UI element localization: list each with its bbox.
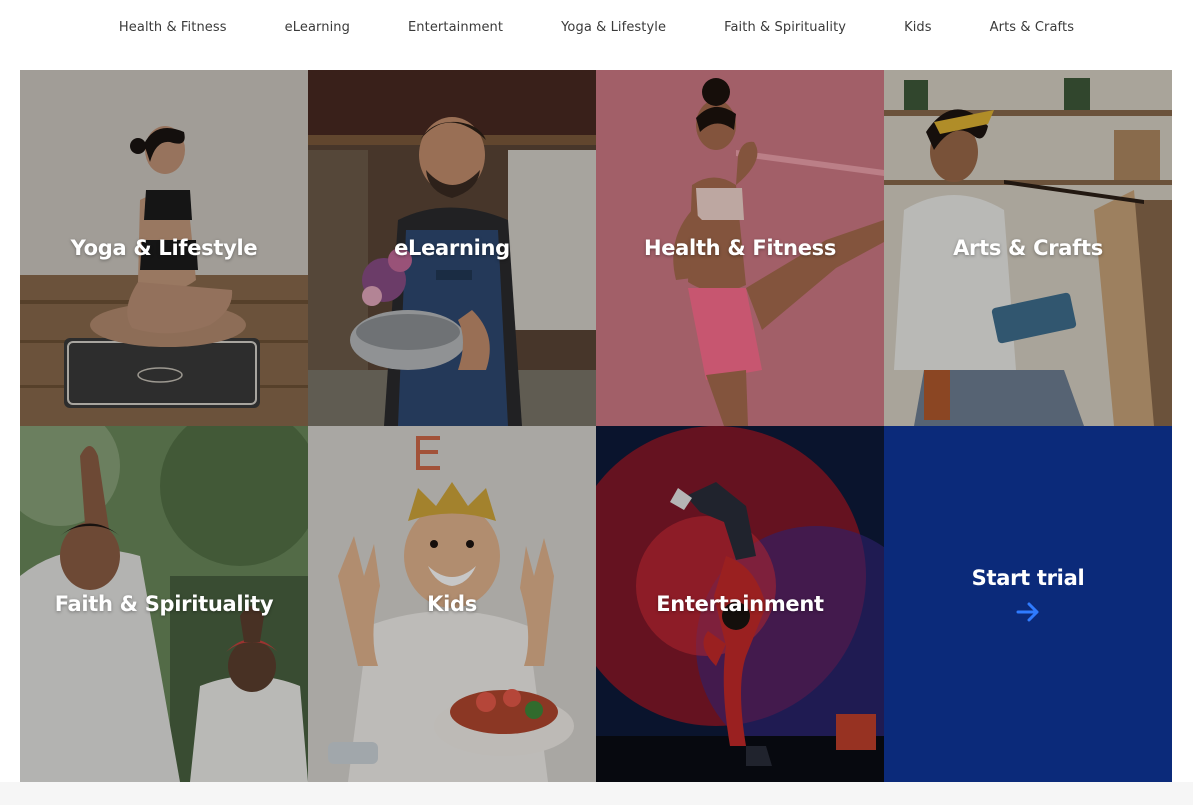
- start-trial-label: Start trial: [971, 566, 1085, 590]
- nav-item-entertainment[interactable]: Entertainment: [379, 20, 532, 35]
- tile-label: Faith & Spirituality: [54, 592, 274, 616]
- nav-item-yoga-lifestyle[interactable]: Yoga & Lifestyle: [532, 20, 695, 35]
- tile-label: Kids: [427, 592, 477, 616]
- category-tile-kids[interactable]: Kids: [308, 426, 596, 782]
- category-tile-yoga-lifestyle[interactable]: Yoga & Lifestyle: [20, 70, 308, 426]
- category-tile-entertainment[interactable]: Entertainment: [596, 426, 884, 782]
- nav-item-faith-spirituality[interactable]: Faith & Spirituality: [695, 20, 875, 35]
- nav-item-health-fitness[interactable]: Health & Fitness: [90, 20, 256, 35]
- tile-label: Yoga & Lifestyle: [70, 236, 258, 260]
- category-tile-arts-crafts[interactable]: Arts & Crafts: [884, 70, 1172, 426]
- category-nav: Health & Fitness eLearning Entertainment…: [0, 0, 1193, 54]
- footer-strip: [0, 782, 1193, 805]
- nav-item-arts-crafts[interactable]: Arts & Crafts: [961, 20, 1103, 35]
- category-tile-faith-spirituality[interactable]: Faith & Spirituality: [20, 426, 308, 782]
- tile-label: eLearning: [394, 236, 510, 260]
- tile-label: Health & Fitness: [643, 236, 837, 260]
- tile-label: Arts & Crafts: [953, 236, 1103, 260]
- nav-item-kids[interactable]: Kids: [875, 20, 961, 35]
- category-grid: Yoga & Lifestyle eLearning Health & Fitn…: [20, 70, 1172, 782]
- arrow-right-icon: [1016, 602, 1039, 622]
- category-tile-health-fitness[interactable]: Health & Fitness: [596, 70, 884, 426]
- start-trial-tile[interactable]: Start trial: [884, 426, 1172, 782]
- tile-label: Entertainment: [656, 592, 824, 616]
- nav-item-elearning[interactable]: eLearning: [256, 20, 379, 35]
- category-tile-elearning[interactable]: eLearning: [308, 70, 596, 426]
